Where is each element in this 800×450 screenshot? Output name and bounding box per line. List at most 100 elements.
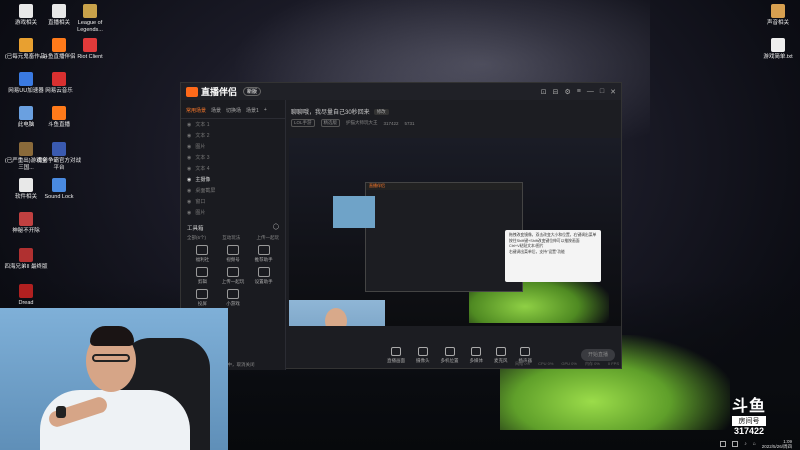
tool-label: 剪辑: [197, 279, 207, 284]
desktop-icon[interactable]: League of Legends...: [68, 4, 112, 34]
desktop-icon[interactable]: 声音相关: [756, 4, 800, 27]
tool-item[interactable]: 视频号: [218, 245, 249, 263]
room-meta-row: LOL手游 精选版 护猫大师玩大王 317422 5731: [287, 119, 623, 127]
window-control-icon[interactable]: □: [600, 88, 604, 96]
source-item[interactable]: ◉ 窗口: [181, 196, 285, 207]
window-control-icon[interactable]: ⊟: [553, 88, 559, 96]
nested-app-window: 直播伴侣: [365, 182, 523, 292]
desktop-app-icon: [52, 4, 66, 18]
desktop-icon-label: 声音相关: [766, 20, 789, 26]
desktop-icon[interactable]: 四海兄弟II 最终版: [4, 248, 48, 271]
scene-tab[interactable]: 切换场: [226, 107, 241, 114]
room-number-label: 房间号: [731, 416, 766, 426]
douyu-logo-icon: [186, 86, 198, 97]
tool-icon: [226, 267, 239, 277]
desktop-icon-label: Riot Client: [77, 54, 103, 60]
volume-icon[interactable]: ♪: [744, 441, 747, 447]
tool-item[interactable]: 福利社: [187, 245, 218, 263]
scene-tab[interactable]: 场景: [211, 107, 221, 114]
tooltip-line: 右键调出菜单后，支持"设置"功能: [509, 249, 565, 254]
desktop-icon[interactable]: Sound Lock: [37, 178, 81, 201]
desktop-icon[interactable]: 斗鱼直播: [37, 106, 81, 129]
subcategory-pill[interactable]: 精选版: [320, 119, 341, 127]
room-title-row: 聊聊哦，我尽量自己30秒回来 修改: [287, 100, 623, 119]
desktop-app-icon: [52, 72, 66, 86]
toolbox-settings-icon[interactable]: ◯: [273, 224, 279, 232]
window-control-icon[interactable]: ⚙: [565, 88, 571, 96]
window-control-icon[interactable]: ⊡: [541, 88, 547, 96]
stream-preview[interactable]: 直播伴侣 拖拽改变镜像，双击改变大小和位置，右键调出菜单 按住Shift键+Shi…: [289, 138, 621, 326]
network-icon[interactable]: ⌂: [753, 441, 756, 447]
desktop-icon[interactable]: 魔兽争霸官方对战平台: [37, 142, 81, 172]
tool-item[interactable]: 设置助手: [248, 267, 279, 285]
tool-item[interactable]: 剪辑: [187, 267, 218, 285]
eye-icon[interactable]: ◉: [187, 166, 191, 172]
tool-label: 投屏: [197, 301, 207, 306]
tool-icon: [196, 267, 209, 277]
control-icon: [417, 347, 428, 356]
desktop-app-icon: [19, 284, 33, 298]
source-label: 窗口: [195, 199, 206, 205]
tool-item[interactable]: 小游戏: [218, 289, 249, 307]
scene-tab[interactable]: +: [264, 107, 267, 114]
control-icon: [471, 347, 482, 356]
desktop-app-icon: [19, 38, 33, 52]
eye-icon[interactable]: ◉: [187, 133, 191, 139]
eye-icon[interactable]: ◉: [187, 188, 191, 194]
eye-icon[interactable]: ◉: [187, 199, 191, 205]
source-item[interactable]: ◉ 文本 1: [181, 119, 285, 130]
source-item[interactable]: ◉ 主摄像: [181, 174, 285, 185]
main-panel: 聊聊哦，我尽量自己30秒回来 修改 LOL手游 精选版 护猫大师玩大王 3174…: [287, 100, 623, 370]
clock[interactable]: 1:09 2022/5/26/周四: [762, 439, 792, 449]
tool-item[interactable]: 推荐助手: [248, 245, 279, 263]
desktop-icon[interactable]: Dread: [4, 284, 48, 307]
source-item[interactable]: ◉ 图片: [181, 141, 285, 152]
eye-icon[interactable]: ◉: [187, 122, 191, 128]
version-badge[interactable]: 新版: [243, 87, 262, 96]
desktop-icon[interactable]: 神秘不开除: [4, 212, 48, 235]
desktop-icon-label: League of Legends...: [77, 20, 103, 33]
toolbox-tab[interactable]: 全部(6个): [187, 235, 206, 241]
scene-tab[interactable]: 常用场景: [186, 107, 206, 114]
desktop-icon[interactable]: Riot Client: [68, 38, 112, 61]
source-item[interactable]: ◉ 桌面截屏: [181, 185, 285, 196]
category-pill[interactable]: LOL手游: [291, 119, 315, 127]
desktop-icon[interactable]: 游戏简单.txt: [756, 38, 800, 61]
toolbox-tab[interactable]: 互动玩法: [222, 235, 240, 241]
tool-label: 上传一起玩: [221, 279, 245, 284]
source-item[interactable]: ◉ 文本 3: [181, 152, 285, 163]
eye-icon[interactable]: ◉: [187, 210, 191, 216]
eye-icon[interactable]: ◉: [187, 144, 191, 150]
tool-item[interactable]: 投屏: [187, 289, 218, 307]
source-item[interactable]: ◉ 图片: [181, 207, 285, 218]
camera-pip[interactable]: [289, 300, 385, 326]
window-control-icon[interactable]: ✕: [610, 88, 616, 96]
source-label: 图片: [195, 144, 206, 150]
desktop-app-icon: [52, 38, 66, 52]
source-item[interactable]: ◉ 文本 4: [181, 163, 285, 174]
eye-icon[interactable]: ◉: [187, 177, 191, 183]
edit-title-button[interactable]: 修改: [373, 108, 389, 115]
source-label: 图片: [195, 210, 206, 216]
toolbox-tab[interactable]: 上传一起玩: [257, 235, 280, 241]
streamer-app-window: 直播伴侣 新版 ⊡ ⊟ ⚙ ≡ — □ ✕ 常用场景 场景 切换场 场景1 + ◉ 文本 1 ◉ 文本 2…: [180, 82, 623, 370]
desktop-app-icon: [52, 142, 66, 156]
eye-icon[interactable]: ◉: [187, 155, 191, 161]
tray-icon[interactable]: [732, 441, 739, 447]
desktop-app-icon: [83, 4, 97, 18]
scene-tab[interactable]: 场景1: [246, 107, 259, 114]
tray-icon[interactable]: [720, 441, 727, 447]
window-control-icon[interactable]: ≡: [577, 88, 581, 96]
window-control-icon[interactable]: —: [587, 88, 594, 96]
app-titlebar: 直播伴侣 新版 ⊡ ⊟ ⚙ ≡ — □ ✕: [181, 83, 621, 100]
room-title: 聊聊哦，我尽量自己30秒回来: [291, 110, 370, 116]
tool-item[interactable]: 上传一起玩: [218, 267, 249, 285]
desktop-icon-label: 魔兽争霸官方对战平台: [37, 158, 82, 171]
wristwatch: [56, 406, 66, 418]
desktop-app-icon: [19, 106, 33, 120]
source-label: 文本 4: [195, 166, 210, 172]
desktop-icon[interactable]: 网易云音乐: [37, 72, 81, 95]
tool-icon: [257, 267, 270, 277]
source-item[interactable]: ◉ 文本 2: [181, 130, 285, 141]
clock-date: 2022/5/26/周四: [761, 444, 792, 449]
